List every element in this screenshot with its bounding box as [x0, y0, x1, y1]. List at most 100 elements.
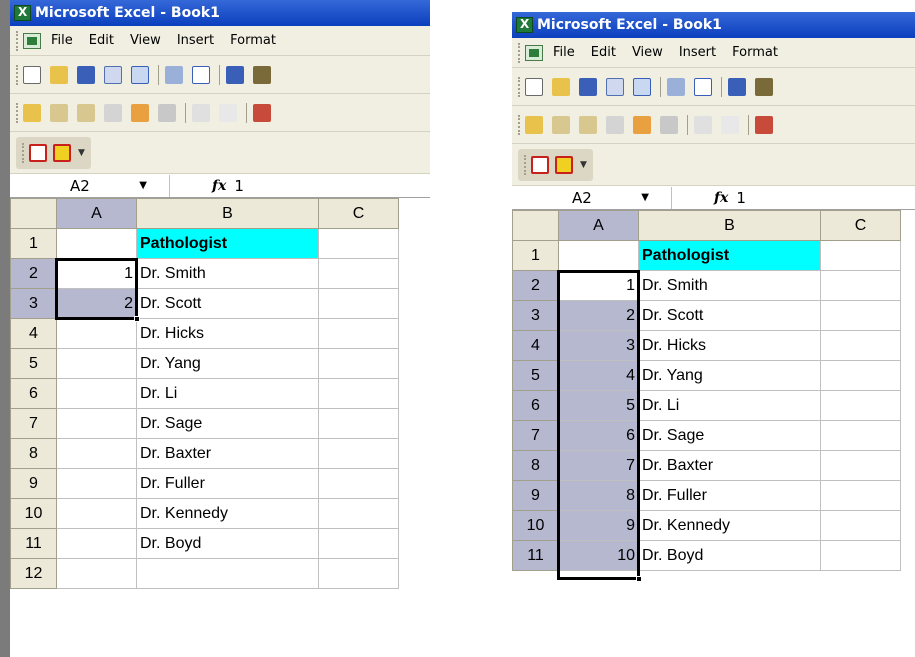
cell-b[interactable]: [136, 558, 319, 589]
cell-a[interactable]: 1: [56, 258, 137, 289]
next-comment-icon[interactable]: [579, 115, 597, 134]
grip-handle[interactable]: [16, 102, 19, 123]
row-header[interactable]: 4: [512, 330, 559, 361]
cell-b[interactable]: Dr. Fuller: [136, 468, 319, 499]
cell-b[interactable]: Dr. Smith: [638, 270, 821, 301]
shadow-icon[interactable]: [694, 115, 712, 134]
cell-a[interactable]: 1: [558, 270, 639, 301]
grip-handle[interactable]: [16, 30, 19, 51]
cell-b[interactable]: Dr. Li: [638, 390, 821, 421]
undo-icon[interactable]: [219, 103, 237, 122]
permission-icon[interactable]: [104, 65, 122, 84]
cell-b[interactable]: Dr. Baxter: [136, 438, 319, 469]
preview-icon[interactable]: [694, 77, 712, 96]
new-comment-icon[interactable]: [23, 103, 41, 122]
research-icon[interactable]: [755, 77, 773, 96]
row-header[interactable]: 11: [512, 540, 559, 571]
row-header[interactable]: 7: [512, 420, 559, 451]
row-header[interactable]: 2: [10, 258, 57, 289]
cell-a[interactable]: [56, 528, 137, 559]
cell-b[interactable]: Dr. Baxter: [638, 450, 821, 481]
cell-a[interactable]: [558, 240, 639, 271]
menu-format[interactable]: Format: [230, 33, 276, 48]
cell-b[interactable]: Dr. Boyd: [136, 528, 319, 559]
research-icon[interactable]: [253, 65, 271, 84]
show-comment-icon[interactable]: [104, 103, 122, 122]
row-header[interactable]: 12: [10, 558, 57, 589]
delete-comment-icon[interactable]: [660, 115, 678, 134]
fill-handle[interactable]: [636, 576, 642, 582]
select-all-corner[interactable]: [10, 198, 57, 229]
menu-file[interactable]: File: [51, 33, 73, 48]
workbook-menu-icon[interactable]: [525, 44, 543, 61]
open-icon[interactable]: [552, 77, 570, 96]
cell-c[interactable]: [318, 288, 399, 319]
column-header-b[interactable]: B: [638, 210, 821, 241]
cell-c[interactable]: [318, 468, 399, 499]
grip-handle[interactable]: [16, 64, 19, 85]
spelling-icon[interactable]: [226, 65, 244, 84]
previous-comment-icon[interactable]: [50, 103, 68, 122]
review-icon[interactable]: [755, 115, 773, 134]
fill-handle[interactable]: [134, 316, 140, 322]
row-header[interactable]: 7: [10, 408, 57, 439]
row-header[interactable]: 4: [10, 318, 57, 349]
select-all-corner[interactable]: [512, 210, 559, 241]
row-header[interactable]: 2: [512, 270, 559, 301]
next-comment-icon[interactable]: [77, 103, 95, 122]
cell-b[interactable]: Dr. Boyd: [638, 540, 821, 571]
show-all-comments-icon[interactable]: [131, 103, 149, 122]
cell-a[interactable]: [56, 408, 137, 439]
cell-c[interactable]: [820, 480, 901, 511]
cell-c[interactable]: [318, 528, 399, 559]
grip-handle[interactable]: [518, 42, 521, 63]
cell-c[interactable]: [820, 300, 901, 331]
cell-c[interactable]: [318, 348, 399, 379]
new-comment-icon[interactable]: [525, 115, 543, 134]
menu-insert[interactable]: Insert: [177, 33, 214, 48]
shadow-icon[interactable]: [192, 103, 210, 122]
cell-c[interactable]: [318, 498, 399, 529]
cell-a[interactable]: 9: [558, 510, 639, 541]
cell-a[interactable]: [56, 348, 137, 379]
row-header[interactable]: 5: [512, 360, 559, 391]
cell-c[interactable]: [820, 270, 901, 301]
cell-c[interactable]: [820, 420, 901, 451]
cell-a[interactable]: 5: [558, 390, 639, 421]
menu-edit[interactable]: Edit: [89, 33, 114, 48]
show-all-comments-icon[interactable]: [633, 115, 651, 134]
cell-c[interactable]: [318, 378, 399, 409]
formula-input[interactable]: 1: [234, 177, 244, 195]
cell-c[interactable]: [318, 438, 399, 469]
grip-handle[interactable]: [524, 154, 527, 175]
cell-a[interactable]: [56, 318, 137, 349]
row-header[interactable]: 3: [10, 288, 57, 319]
cell-b[interactable]: Dr. Scott: [638, 300, 821, 331]
undo-icon[interactable]: [721, 115, 739, 134]
name-box[interactable]: A2 ▼: [10, 174, 170, 197]
cell-a[interactable]: 10: [558, 540, 639, 571]
row-header[interactable]: 6: [10, 378, 57, 409]
cell-a[interactable]: [56, 438, 137, 469]
cell-b[interactable]: Dr. Kennedy: [136, 498, 319, 529]
cell-a[interactable]: 6: [558, 420, 639, 451]
cell-a[interactable]: [56, 498, 137, 529]
spelling-icon[interactable]: [728, 77, 746, 96]
cell-a[interactable]: 4: [558, 360, 639, 391]
row-header[interactable]: 9: [10, 468, 57, 499]
save-icon[interactable]: [77, 65, 95, 84]
row-header[interactable]: 10: [10, 498, 57, 529]
row-header[interactable]: 8: [512, 450, 559, 481]
save-icon[interactable]: [579, 77, 597, 96]
review-icon[interactable]: [253, 103, 271, 122]
cell-c[interactable]: [820, 240, 901, 271]
grip-handle[interactable]: [518, 76, 521, 97]
menu-file[interactable]: File: [553, 45, 575, 60]
column-header-c[interactable]: C: [318, 198, 399, 229]
cell-b[interactable]: Pathologist: [136, 228, 319, 259]
pdf-attach-icon[interactable]: [555, 155, 573, 174]
menu-format[interactable]: Format: [732, 45, 778, 60]
cell-a[interactable]: [56, 468, 137, 499]
show-comment-icon[interactable]: [606, 115, 624, 134]
cell-c[interactable]: [820, 330, 901, 361]
